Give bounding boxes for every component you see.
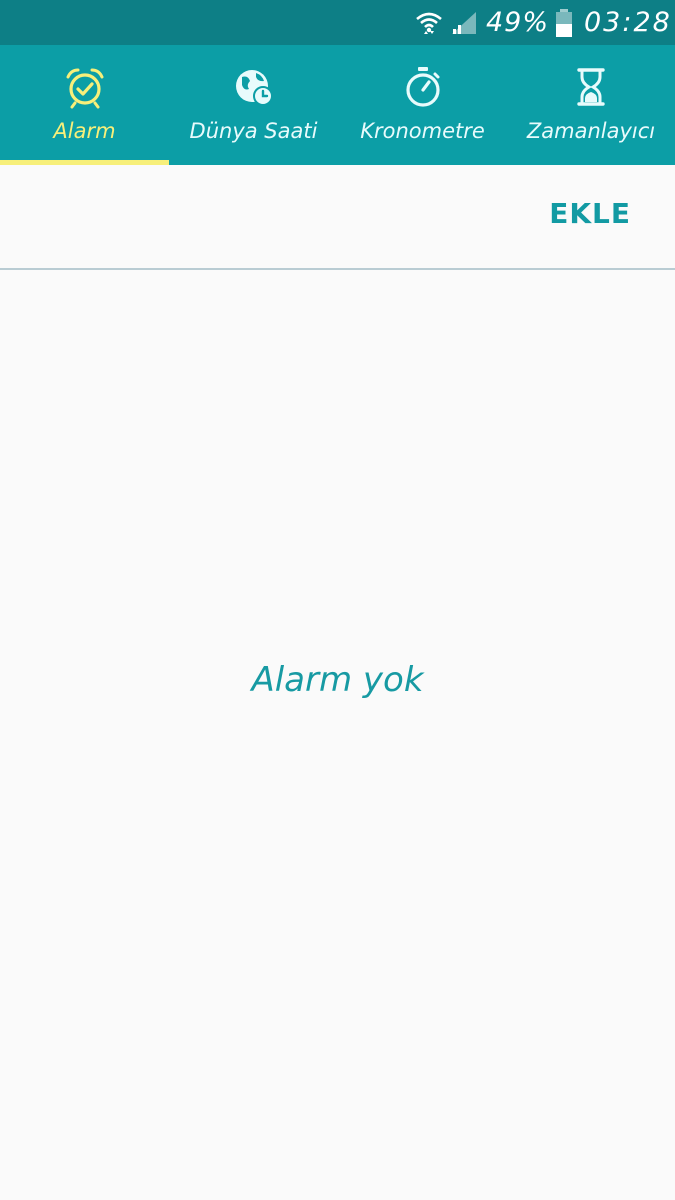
hourglass-icon	[577, 68, 605, 106]
alarm-clock-icon	[66, 68, 103, 109]
tab-label-stopwatch: Kronometre	[360, 119, 485, 143]
tab-timer[interactable]: Zamanlayıcı	[507, 45, 675, 165]
wifi-icon	[416, 12, 442, 34]
add-alarm-button[interactable]: EKLE	[549, 197, 631, 230]
tab-label-alarm: Alarm	[53, 119, 116, 143]
tab-bar: Alarm Dünya Saati Kronometre Zamanlayıcı	[0, 45, 675, 165]
signal-icon	[452, 12, 476, 34]
battery-icon	[556, 9, 572, 37]
tab-label-timer: Zamanlayıcı	[526, 119, 656, 143]
status-bar: 49% 03:28	[0, 0, 675, 45]
stopwatch-icon	[405, 67, 440, 107]
status-clock: 03:28	[584, 7, 672, 38]
tab-stopwatch[interactable]: Kronometre	[338, 45, 507, 165]
empty-state-message: Alarm yok	[251, 660, 424, 700]
globe-clock-icon	[235, 70, 273, 106]
action-bar: EKLE	[0, 165, 675, 270]
tab-world-clock[interactable]: Dünya Saati	[169, 45, 338, 165]
battery-percentage: 49%	[486, 7, 550, 38]
tab-label-world-clock: Dünya Saati	[189, 119, 318, 143]
tab-alarm[interactable]: Alarm	[0, 45, 169, 165]
